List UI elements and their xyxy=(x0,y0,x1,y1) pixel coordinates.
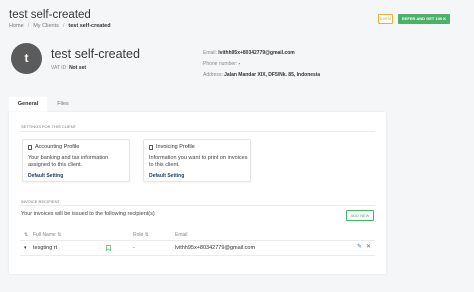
recipient-description: Your invoices will be issued to the foll… xyxy=(21,211,155,217)
client-name: test self-created xyxy=(51,47,140,61)
language-toggle-button[interactable]: ID/EN xyxy=(378,14,393,24)
breadcrumb-current: test self-created xyxy=(68,23,111,29)
invoicing-default-setting-link[interactable]: Default Setting xyxy=(149,173,184,179)
column-label: Role xyxy=(133,232,144,238)
email-label: Email: xyxy=(203,50,217,56)
card-title: Invoicing Profile xyxy=(149,144,195,150)
delete-icon[interactable]: ✕ xyxy=(366,244,371,250)
recipient-role: - xyxy=(133,245,135,251)
client-email: Email: lvithh95x+80342779@gmail.com xyxy=(203,50,295,56)
card-title-text: Invoicing Profile xyxy=(156,144,195,150)
sort-icon: ⇅ xyxy=(144,232,149,238)
bookmark-icon-svg xyxy=(106,245,111,252)
recipient-section-label: INVOICE RECIPIENT xyxy=(21,199,60,204)
breadcrumb-separator: / xyxy=(27,23,30,29)
expand-row-icon[interactable]: ▾ xyxy=(24,245,27,251)
card-description: Information you want to print on invoice… xyxy=(149,155,248,168)
phone-value: - xyxy=(238,61,241,67)
breadcrumb-home[interactable]: Home xyxy=(9,23,24,29)
phone-label: Phone number: xyxy=(203,61,238,67)
column-label: Full Name xyxy=(33,232,56,238)
vat-label: VAT ID: xyxy=(51,65,68,71)
vat-value: Not set xyxy=(69,65,87,71)
breadcrumb: Home / My Clients / test self-created xyxy=(9,23,111,29)
accounting-profile-card[interactable]: Accounting Profile Your banking and tax … xyxy=(22,139,130,182)
client-avatar: t xyxy=(11,43,42,74)
card-title-text: Accounting Profile xyxy=(35,144,80,150)
breadcrumb-separator: / xyxy=(62,23,65,29)
column-header-role[interactable]: Role ⇅ xyxy=(133,232,149,238)
address-value: Jalan Mandar XIX, DF5/Nk. 85, Indonesia xyxy=(224,72,320,78)
recipient-name: tesgting rt xyxy=(33,245,58,251)
divider xyxy=(20,131,375,132)
tab-files[interactable]: Files xyxy=(52,97,74,112)
column-sort-icon[interactable]: ⇅ xyxy=(24,232,28,238)
breadcrumb-my-clients[interactable]: My Clients xyxy=(33,23,59,29)
settings-section-label: SETTINGS FOR THIS CLIENT xyxy=(21,124,77,129)
email-value: lvithh95x+80342779@gmail.com xyxy=(218,50,295,56)
page-title: test self-created xyxy=(9,9,91,21)
client-phone: Phone number: - xyxy=(203,61,240,67)
column-header-email: Email xyxy=(175,232,188,238)
bookmark-icon[interactable] xyxy=(106,245,111,253)
divider xyxy=(20,205,375,206)
add-new-recipient-button[interactable]: ADD NEW xyxy=(346,210,374,221)
invoicing-profile-card[interactable]: Invoicing Profile Information you want t… xyxy=(143,139,251,182)
tab-general[interactable]: General xyxy=(9,97,47,112)
refer-button[interactable]: REFER AND GET 100 K xyxy=(398,14,450,24)
address-label: Address: xyxy=(203,72,223,78)
client-address: Address: Jalan Mandar XIX, DF5/Nk. 85, I… xyxy=(203,72,320,78)
edit-icon[interactable]: ✎ xyxy=(357,244,362,250)
document-icon xyxy=(28,144,32,150)
card-description: Your banking and tax information assigne… xyxy=(28,155,109,168)
card-title: Accounting Profile xyxy=(28,144,79,150)
accounting-default-setting-link[interactable]: Default Setting xyxy=(28,173,63,179)
sort-icon: ⇅ xyxy=(57,232,62,238)
column-header-full-name[interactable]: Full Name ⇅ xyxy=(33,232,61,238)
vat-id: VAT ID: Not set xyxy=(51,65,86,71)
document-icon xyxy=(149,144,153,150)
recipient-email: lvithh95x+80342779@gmail.com xyxy=(175,245,256,251)
